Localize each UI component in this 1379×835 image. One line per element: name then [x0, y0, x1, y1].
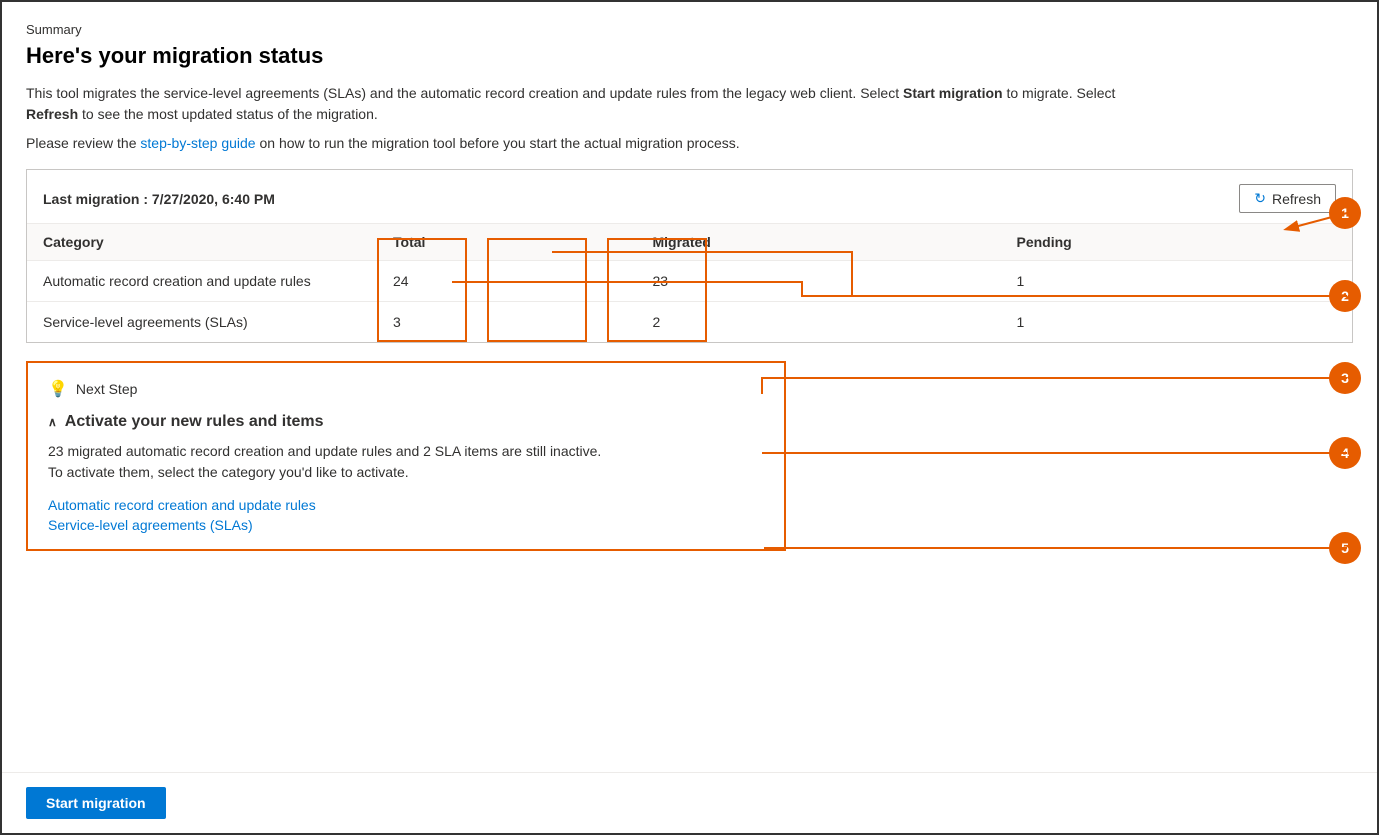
- step-by-step-guide-link[interactable]: step-by-step guide: [140, 135, 255, 151]
- col-header-migrated: Migrated: [637, 224, 1001, 261]
- activate-link-sla[interactable]: Service-level agreements (SLAs): [48, 517, 764, 533]
- row1-migrated: 23: [637, 261, 1001, 302]
- next-step-label: Next Step: [76, 381, 137, 397]
- migration-status-box: Last migration : 7/27/2020, 6:40 PM ↻ Re…: [26, 169, 1353, 343]
- activate-section: ∧ Activate your new rules and items 23 m…: [48, 413, 764, 533]
- chevron-up-icon: ∧: [48, 415, 57, 429]
- col-header-total: Total: [377, 224, 637, 261]
- next-step-box: 💡 Next Step ∧ Activate your new rules an…: [26, 361, 786, 551]
- refresh-icon: ↻: [1254, 190, 1266, 207]
- start-migration-button[interactable]: Start migration: [26, 787, 166, 819]
- guide-text: Please review the step-by-step guide on …: [26, 135, 1353, 151]
- row1-total: 24: [377, 261, 637, 302]
- col-header-pending: Pending: [1001, 224, 1353, 261]
- row2-migrated: 2: [637, 302, 1001, 343]
- page-title: Here's your migration status: [26, 43, 1353, 69]
- description-text: This tool migrates the service-level agr…: [26, 83, 1126, 125]
- summary-label: Summary: [26, 22, 1353, 37]
- activate-links: Automatic record creation and update rul…: [48, 497, 764, 533]
- table-row: Service-level agreements (SLAs) 3 2 1: [27, 302, 1352, 343]
- row2-total: 3: [377, 302, 637, 343]
- next-step-header: 💡 Next Step: [48, 379, 764, 399]
- activate-title: Activate your new rules and items: [65, 413, 324, 431]
- last-migration-text: Last migration : 7/27/2020, 6:40 PM: [43, 191, 275, 207]
- row2-pending: 1: [1001, 302, 1353, 343]
- row2-category: Service-level agreements (SLAs): [27, 302, 377, 343]
- refresh-button[interactable]: ↻ Refresh: [1239, 184, 1336, 213]
- table-row: Automatic record creation and update rul…: [27, 261, 1352, 302]
- lightbulb-icon: 💡: [48, 379, 68, 399]
- row1-pending: 1: [1001, 261, 1353, 302]
- row1-category: Automatic record creation and update rul…: [27, 261, 377, 302]
- col-header-category: Category: [27, 224, 377, 261]
- activate-description: 23 migrated automatic record creation an…: [48, 441, 764, 483]
- migration-header: Last migration : 7/27/2020, 6:40 PM ↻ Re…: [27, 170, 1352, 224]
- footer-bar: Start migration: [2, 772, 1377, 833]
- migration-data-table: Category Total Migrated Pending Automati…: [27, 224, 1352, 342]
- activate-link-auto-record[interactable]: Automatic record creation and update rul…: [48, 497, 764, 513]
